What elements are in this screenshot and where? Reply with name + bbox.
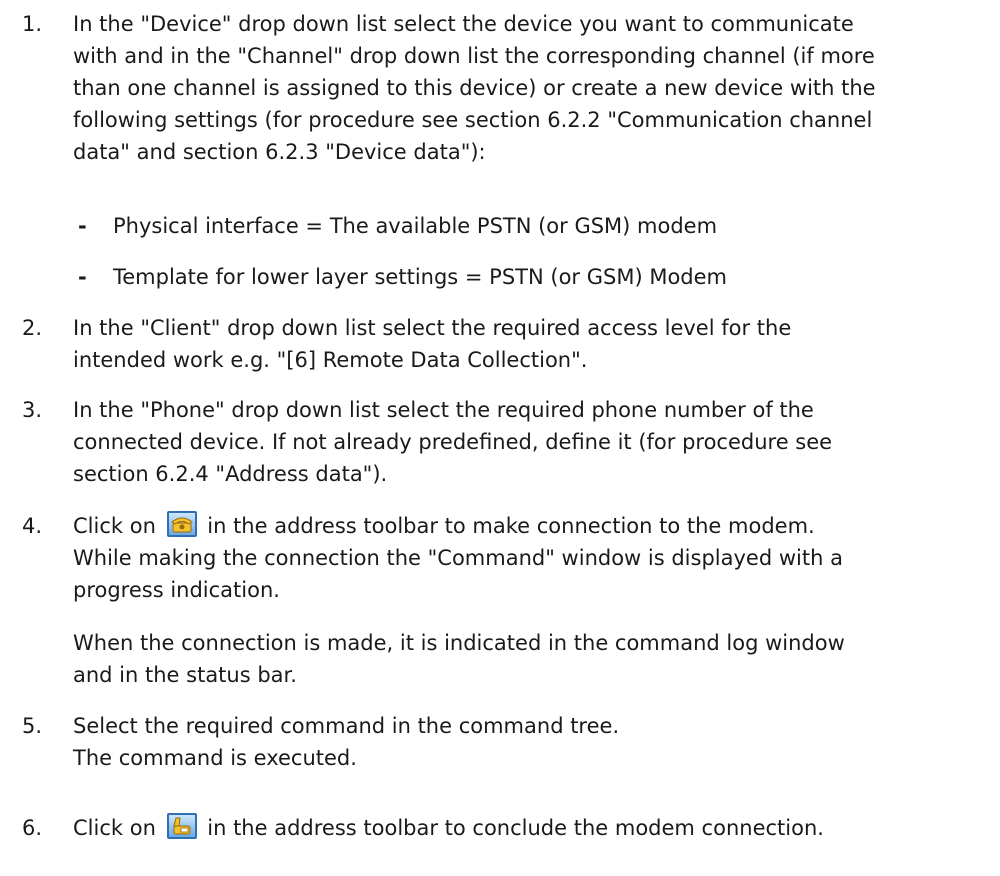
- step-text: In the "Device" drop down list select th…: [73, 12, 876, 164]
- step-text: Select the required command in the comma…: [73, 714, 620, 770]
- step-number: 6.: [22, 816, 43, 840]
- step-text: Click on in the address toolbar to concl…: [73, 812, 988, 844]
- step-number: 2.: [22, 316, 43, 340]
- step-text: In the "Phone" drop down list select the…: [73, 398, 833, 486]
- phone-connect-icon: [166, 511, 197, 537]
- step-text: Click on in the address toolbar to make …: [73, 510, 988, 606]
- step-number: 5.: [22, 714, 43, 738]
- sub-item-bullet: -: [78, 214, 87, 238]
- phone-disconnect-icon: [166, 813, 197, 839]
- step-text: In the "Client" drop down list select th…: [73, 316, 792, 372]
- sub-item-bullet: -: [78, 265, 87, 289]
- step-number: 3.: [22, 398, 43, 422]
- step-number: 1.: [22, 12, 43, 36]
- sub-item-text: Template for lower layer settings = PSTN…: [113, 265, 728, 289]
- sub-item-text: Physical interface = The available PSTN …: [113, 214, 718, 238]
- step-4-note: When the connection is made, it is indic…: [73, 631, 845, 687]
- step-number: 4.: [22, 514, 43, 538]
